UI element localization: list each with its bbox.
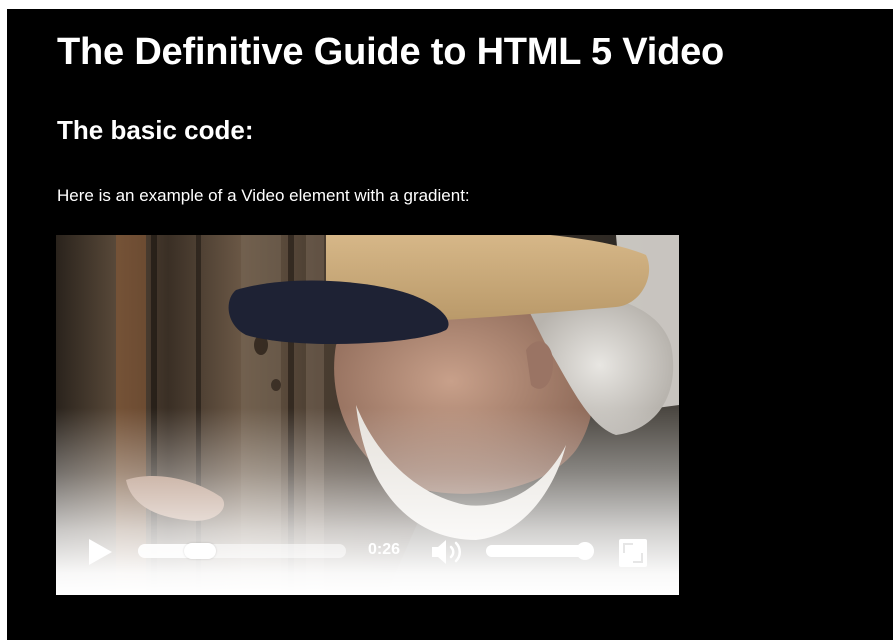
play-icon [89,539,112,565]
section-heading: The basic code: [57,115,254,145]
volume-level [486,545,586,557]
intro-text: Here is an example of a Video element wi… [57,186,470,205]
progress-thumb[interactable] [184,543,217,559]
current-time: 0:26 [368,541,401,558]
volume-button[interactable] [430,538,468,566]
fullscreen-button[interactable] [618,538,648,568]
video-player[interactable]: 0:26 [56,235,679,595]
volume-icon [432,540,461,564]
progress-bar[interactable] [138,543,346,559]
play-button[interactable] [86,537,114,567]
page: The Definitive Guide to HTML 5 Video The… [7,9,893,640]
volume-thumb[interactable] [576,542,594,560]
volume-slider[interactable] [486,542,594,560]
page-title: The Definitive Guide to HTML 5 Video [57,31,725,73]
video-controls: 0:26 [56,530,679,578]
fullscreen-icon [619,539,647,567]
